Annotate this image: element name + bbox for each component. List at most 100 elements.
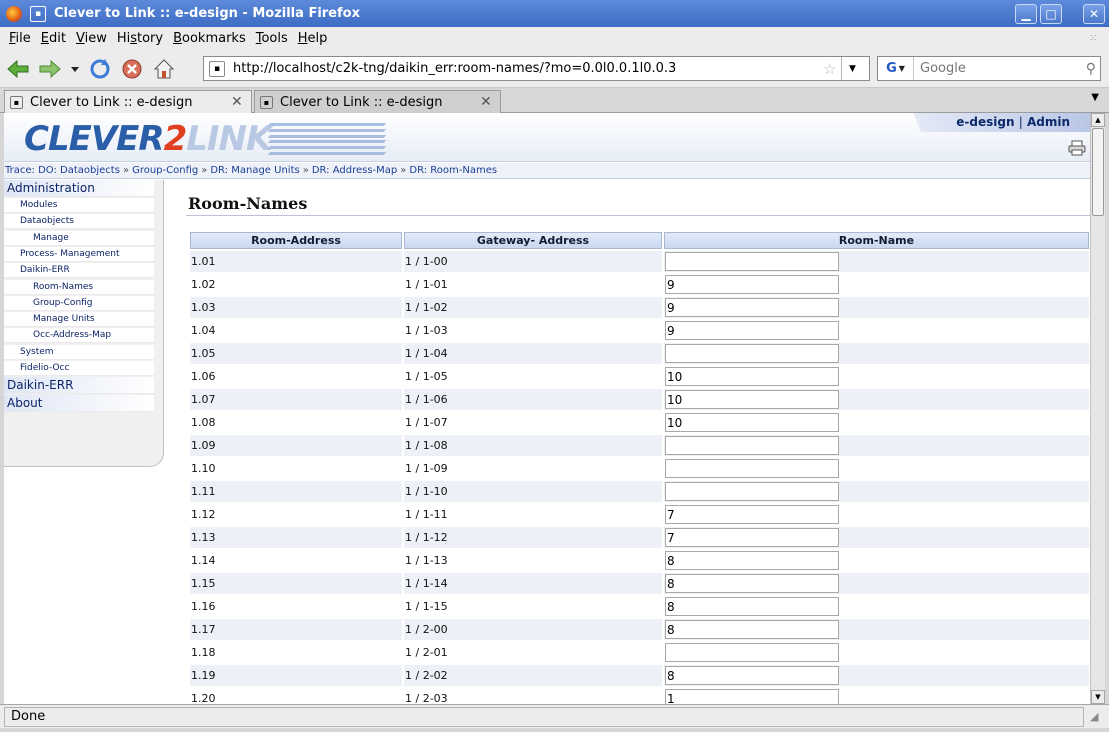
menu-file[interactable]: File [4,31,36,46]
cell-room-address: 1.20 [190,688,402,704]
url-bar[interactable]: ▪ ☆ ▼ [203,56,870,81]
maximize-button[interactable]: □ [1040,3,1062,24]
search-engine-icon[interactable]: G ▼ [878,57,914,80]
room-name-input[interactable] [665,551,839,570]
breadcrumb-separator: » [201,165,208,176]
cell-room-name [664,596,1089,617]
sidebar-item-group-config[interactable]: Group-Config [4,295,154,311]
title-divider [186,215,1090,216]
table-row: 1.16 1 / 1-15 [190,596,1089,617]
breadcrumb-link[interactable]: DR: Address-Map [312,165,397,176]
room-name-input[interactable] [665,574,839,593]
tab-2[interactable]: ▪ Clever to Link :: e-design ✕ [254,90,501,113]
status-bar: Done ◢ [0,704,1109,728]
room-name-input[interactable] [665,597,839,616]
sidebar-item-manage-units[interactable]: Manage Units [4,312,154,328]
scroll-down-button[interactable]: ▼ [1091,690,1105,704]
room-name-input[interactable] [665,344,839,363]
menu-view[interactable]: View [71,31,112,46]
room-name-input[interactable] [665,482,839,501]
sidebar-item-administration[interactable]: Administration [4,180,154,197]
cell-room-name [664,251,1089,272]
scrollbar-thumb[interactable] [1092,128,1104,216]
cell-room-address: 1.09 [190,435,402,456]
room-name-input[interactable] [665,620,839,639]
room-name-input[interactable] [665,643,839,662]
menu-bookmarks[interactable]: Bookmarks [168,31,251,46]
cell-room-address: 1.03 [190,297,402,318]
bookmark-star-icon[interactable]: ☆ [823,60,841,78]
cell-room-name [664,297,1089,318]
site-identity-icon[interactable]: ▪ [209,60,225,77]
back-button[interactable] [4,55,32,83]
sidebar-item-occ-address-map[interactable]: Occ-Address-Map [4,328,154,344]
print-button[interactable] [1068,140,1086,156]
clever2link-logo[interactable]: CLEVER2LINK [24,119,387,159]
breadcrumb-link[interactable]: DR: Room-Names [409,165,497,176]
minimize-button[interactable]: ▁ [1015,3,1037,24]
cell-gateway-address: 1 / 2-00 [404,619,662,640]
room-name-input[interactable] [665,321,839,340]
search-icon[interactable]: ⚲ [1086,61,1096,77]
sidebar-item-system[interactable]: System [4,344,154,360]
room-name-input[interactable] [665,666,839,685]
room-name-input[interactable] [665,689,839,704]
menu-tools[interactable]: Tools [251,31,293,46]
url-history-dropdown[interactable]: ▼ [841,57,863,80]
room-name-input[interactable] [665,367,839,386]
status-text: Done [4,706,1084,727]
column-header-gateway-address: Gateway- Address [404,232,662,249]
table-row: 1.10 1 / 1-09 [190,458,1089,479]
cell-room-address: 1.11 [190,481,402,502]
tab-close-icon[interactable]: ✕ [480,95,494,109]
search-input[interactable] [920,61,1070,76]
sidebar-item-modules[interactable]: Modules [4,198,154,213]
reload-button[interactable] [86,55,114,83]
forward-button[interactable] [36,55,64,83]
table-row: 1.15 1 / 1-14 [190,573,1089,594]
breadcrumb-link[interactable]: DR: Manage Units [210,165,299,176]
menu-history[interactable]: History [112,31,168,46]
sidebar-item-fidelio-occ[interactable]: Fidelio-Occ [4,361,154,376]
room-name-input[interactable] [665,252,839,271]
room-name-input[interactable] [665,390,839,409]
room-name-input[interactable] [665,459,839,478]
room-name-input[interactable] [665,436,839,455]
cell-room-address: 1.14 [190,550,402,571]
sidebar-item-daikin-err[interactable]: Daikin-ERR [4,377,154,395]
history-dropdown-button[interactable] [68,55,82,83]
breadcrumb-link[interactable]: Group-Config [132,165,198,176]
room-name-input[interactable] [665,413,839,432]
user-role[interactable]: Admin [1027,115,1070,129]
user-company[interactable]: e-design [956,115,1014,129]
cell-room-name [664,665,1089,686]
tab-1[interactable]: ▪ Clever to Link :: e-design ✕ [4,90,252,113]
room-name-input[interactable] [665,275,839,294]
logo-text-clever: CLEVER [24,119,165,159]
sidebar-item-daikin-err[interactable]: Daikin-ERR [4,263,154,279]
tab-list-chevron-icon[interactable]: ▼ [1091,92,1099,103]
table-row: 1.18 1 / 2-01 [190,642,1089,663]
sidebar-item-about[interactable]: About [4,395,154,413]
resize-grip-icon[interactable]: ◢ [1090,710,1104,724]
vertical-scrollbar[interactable]: ▲ ▼ [1090,113,1105,704]
menu-edit[interactable]: Edit [36,31,71,46]
table-row: 1.12 1 / 1-11 [190,504,1089,525]
tab-close-icon[interactable]: ✕ [231,95,245,109]
breadcrumb-link[interactable]: DO: Dataobjects [38,165,120,176]
sidebar-item-process-management[interactable]: Process- Management [4,246,154,262]
sidebar-item-manage[interactable]: Manage [4,230,154,246]
home-icon [153,58,175,78]
close-window-button[interactable]: ✕ [1083,3,1105,24]
sidebar-item-dataobjects[interactable]: Dataobjects [4,214,154,230]
room-name-input[interactable] [665,298,839,317]
menu-help[interactable]: Help [293,31,333,46]
url-input[interactable] [233,61,823,76]
sidebar-item-room-names[interactable]: Room-Names [4,279,154,295]
stop-button[interactable] [118,55,146,83]
home-button[interactable] [150,55,178,83]
room-name-input[interactable] [665,505,839,524]
search-bar[interactable]: G▼ ⚲ [877,56,1101,81]
room-name-input[interactable] [665,528,839,547]
scroll-up-button[interactable]: ▲ [1091,113,1105,127]
